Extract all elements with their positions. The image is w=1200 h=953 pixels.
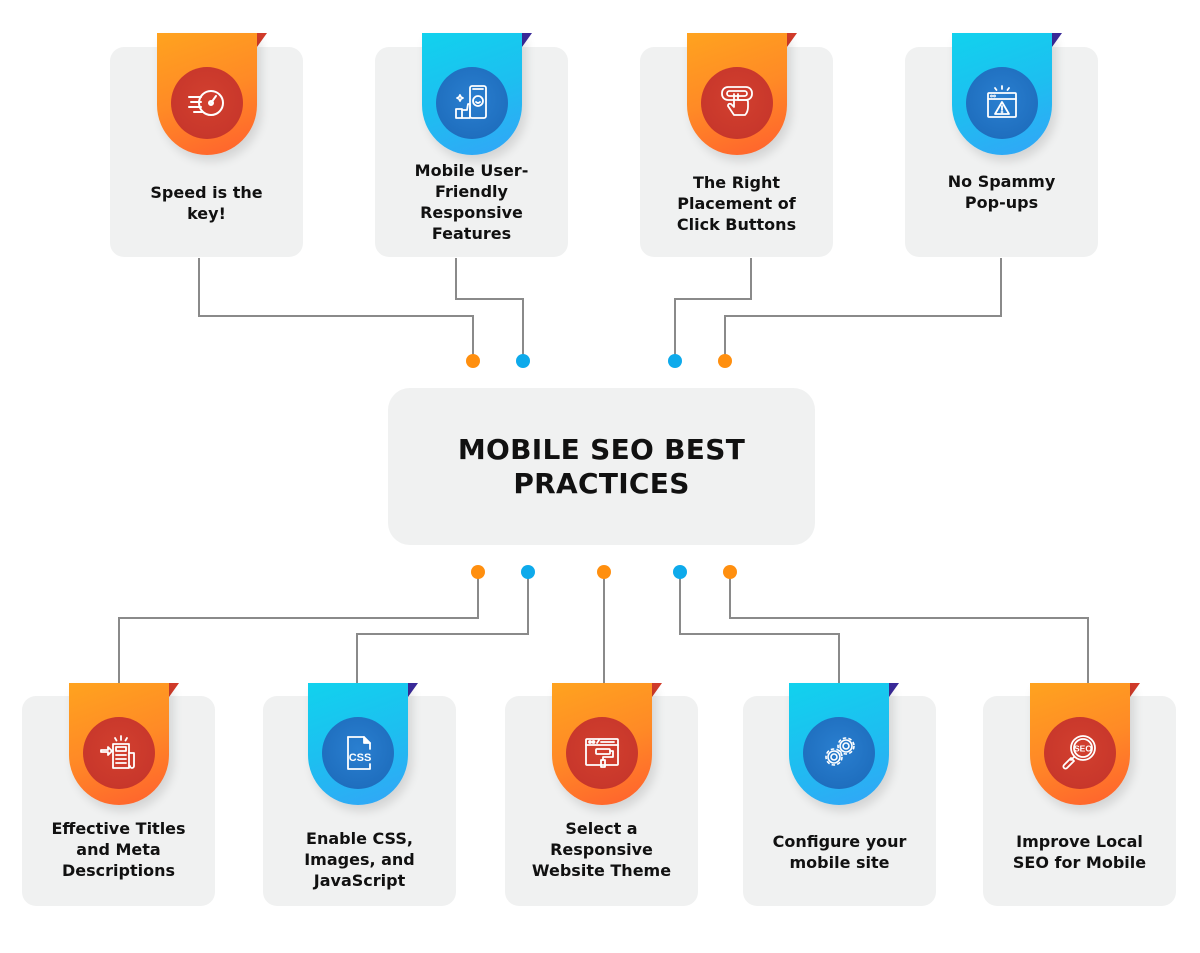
ribbon-badge xyxy=(789,683,889,805)
ribbon-badge xyxy=(952,33,1052,155)
seo-magnifier-icon: SEO xyxy=(1062,735,1096,770)
popup-warning-icon xyxy=(987,85,1017,118)
icon-disc xyxy=(966,67,1038,139)
connector-bottom-4 xyxy=(679,572,840,683)
connector-dot xyxy=(597,565,611,579)
connector-dot xyxy=(718,354,732,368)
connector-dot xyxy=(723,565,737,579)
card-label: Speed is the key! xyxy=(150,183,263,223)
central-title: MOBILE SEO BEST PRACTICES xyxy=(457,433,746,500)
click-button-icon xyxy=(721,86,753,116)
card-label: Enable CSS, Images, and JavaScript xyxy=(304,829,415,890)
ribbon-fold xyxy=(408,683,418,697)
connector-dot xyxy=(516,354,530,368)
ribbon-badge xyxy=(157,33,257,155)
ribbon-fold xyxy=(522,33,532,47)
connector-top-4 xyxy=(724,258,1002,361)
ribbon-fold xyxy=(787,33,797,47)
mobile-thumbs-up-icon xyxy=(455,85,487,119)
icon-disc xyxy=(803,717,875,789)
gears-icon xyxy=(825,737,855,766)
connector-dot xyxy=(471,565,485,579)
connector-dot xyxy=(521,565,535,579)
icon-disc: CSS xyxy=(322,717,394,789)
card-label: The Right Placement of Click Buttons xyxy=(676,173,797,234)
ribbon-badge xyxy=(69,683,169,805)
connector-top-2 xyxy=(455,258,524,361)
ribbon-fold xyxy=(1052,33,1062,47)
ribbon-fold xyxy=(889,683,899,697)
css-file-icon: CSS xyxy=(347,736,372,770)
connector-dot xyxy=(466,354,480,368)
card-label: No Spammy Pop-ups xyxy=(947,172,1056,212)
central-topic-box: MOBILE SEO BEST PRACTICES xyxy=(388,388,815,545)
card-label: Select a Responsive Website Theme xyxy=(531,819,672,880)
ribbon-fold xyxy=(1130,683,1140,697)
ribbon-badge: CSS xyxy=(308,683,408,805)
card-label: Mobile User-Friendly Responsive Features xyxy=(414,161,529,243)
connector-bottom-5 xyxy=(729,572,1089,683)
svg-text:CSS: CSS xyxy=(349,752,372,764)
document-arrow-icon xyxy=(100,735,135,769)
speedometer-icon xyxy=(188,90,224,116)
svg-text:SEO: SEO xyxy=(1074,744,1092,754)
connector-dot xyxy=(668,354,682,368)
ribbon-badge xyxy=(422,33,522,155)
icon-disc xyxy=(566,717,638,789)
connector-top-1 xyxy=(198,258,474,361)
card-label: Configure your mobile site xyxy=(772,832,907,872)
icon-disc xyxy=(171,67,243,139)
ribbon-fold xyxy=(652,683,662,697)
card-label: Improve Local SEO for Mobile xyxy=(1012,832,1147,872)
ribbon-fold xyxy=(257,33,267,47)
icon-disc xyxy=(83,717,155,789)
icon-disc xyxy=(436,67,508,139)
icon-disc xyxy=(701,67,773,139)
ribbon-badge: SEO xyxy=(1030,683,1130,805)
ribbon-badge xyxy=(687,33,787,155)
icon-disc: SEO xyxy=(1044,717,1116,789)
connector-bottom-1 xyxy=(118,572,479,683)
connector-dot xyxy=(673,565,687,579)
ribbon-fold xyxy=(169,683,179,697)
card-label: Effective Titles and Meta Descriptions xyxy=(51,819,186,880)
connector-bottom-2 xyxy=(356,572,529,683)
connector-top-3 xyxy=(674,258,752,361)
ribbon-badge xyxy=(552,683,652,805)
website-paint-roller-icon xyxy=(585,738,619,768)
